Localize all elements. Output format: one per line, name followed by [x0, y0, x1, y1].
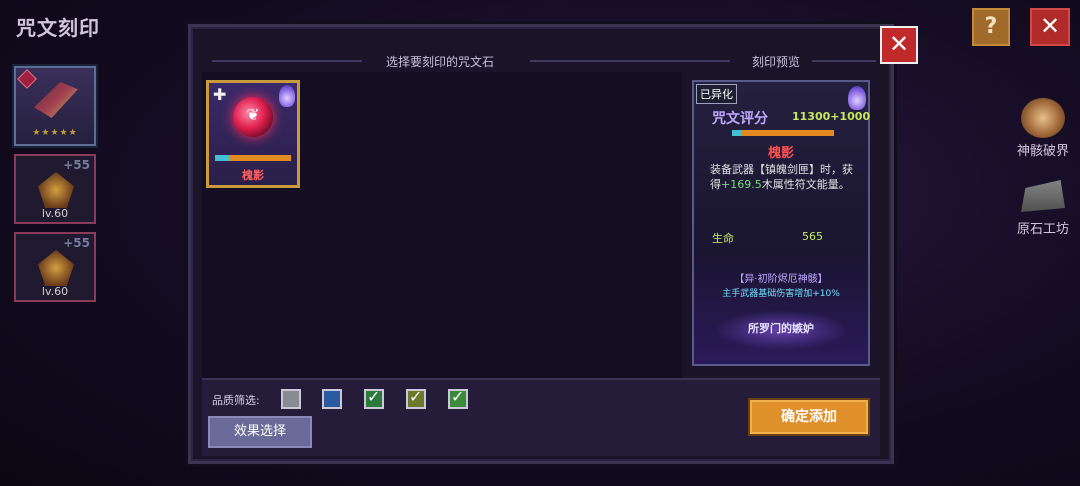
set-name: 【异·初阶烬厄神骸】 — [734, 274, 828, 285]
score-value: 11300+1000 — [792, 110, 871, 123]
close-screen-button[interactable]: ✕ — [1030, 8, 1070, 46]
side-feature-relic[interactable]: 神骸破界 — [1010, 98, 1076, 159]
weapon-level: lv.60 — [41, 207, 69, 220]
filter-checkbox-blue[interactable] — [322, 389, 342, 409]
right-header: 刻印预览 — [752, 55, 801, 69]
rune-description: 装备武器【镇魄剑匣】时，获得+169.5木属性符文能量。 — [710, 163, 853, 191]
mutated-tag: 已异化 — [696, 84, 737, 104]
forge-icon — [1021, 180, 1065, 212]
bone-relic-icon — [1021, 98, 1065, 138]
inscription-preview: 已异化 咒文评分 11300+1000 槐影 装备武器【镇魄剑匣】时，获得+16… — [692, 80, 870, 366]
check-icon: ✓ — [409, 387, 423, 406]
filter-checkbox-gray[interactable] — [281, 389, 301, 409]
rune-gem-icon: ❦ — [233, 97, 273, 137]
weapon-blade-icon — [34, 82, 78, 118]
stat-value: 565 — [802, 230, 823, 243]
score-label: 咒文评分 — [712, 111, 768, 127]
set-effect: 主手武器基础伤害增加+10% — [722, 289, 840, 299]
side-feature-label: 神骸破界 — [1016, 144, 1069, 159]
check-icon: ✓ — [451, 387, 465, 406]
filter-checkbox-olive[interactable]: ✓ — [406, 387, 426, 409]
side-feature-forge[interactable]: 原石工坊 — [1010, 176, 1076, 237]
rarity-badge-icon — [17, 69, 37, 89]
weapon-plus: +55 — [63, 236, 90, 250]
rune-card[interactable]: ✚ ❦ 槐影 — [206, 80, 300, 188]
panel-close-button[interactable]: ✕ — [880, 26, 918, 64]
effect-select-button[interactable]: 效果选择 — [208, 416, 312, 448]
header-divider — [530, 60, 730, 62]
side-feature-label: 原石工坊 — [1016, 222, 1069, 237]
flame-icon — [848, 86, 866, 110]
check-icon: ✓ — [367, 387, 381, 406]
stat-name: 生命 — [712, 232, 734, 245]
weapon-fire-icon — [38, 250, 74, 286]
help-button[interactable]: ? — [972, 8, 1010, 46]
pin-icon: ✚ — [213, 85, 227, 104]
flame-icon — [279, 85, 295, 107]
weapon-golden-icon — [38, 172, 74, 208]
header-divider — [812, 60, 876, 62]
suit-name: 所罗门的嫉妒 — [748, 322, 814, 335]
rune-name: 槐影 — [242, 169, 264, 182]
confirm-add-button[interactable]: 确定添加 — [750, 400, 868, 434]
quality-filter-label: 品质筛选: — [212, 394, 260, 407]
weapon-plus: +55 — [63, 158, 90, 172]
weapon-level: lv.60 — [41, 285, 69, 298]
preview-rune-name: 槐影 — [767, 146, 794, 161]
filter-checkbox-green[interactable]: ✓ — [364, 387, 384, 409]
filter-checkbox-green-2[interactable]: ✓ — [448, 387, 468, 409]
rune-score-bar — [215, 155, 291, 161]
weapon-slot-2[interactable]: +55 lv.60 — [14, 154, 96, 224]
weapon-slot-3[interactable]: +55 lv.60 — [14, 232, 96, 302]
left-header: 选择要刻印的咒文石 — [386, 55, 495, 69]
weapon-slot-main[interactable]: ★★★★★ — [14, 66, 96, 146]
header-divider — [212, 60, 362, 62]
screen-title: 咒文刻印 — [16, 16, 100, 40]
weapon-stars: ★★★★★ — [32, 128, 78, 138]
score-bar — [732, 130, 834, 136]
